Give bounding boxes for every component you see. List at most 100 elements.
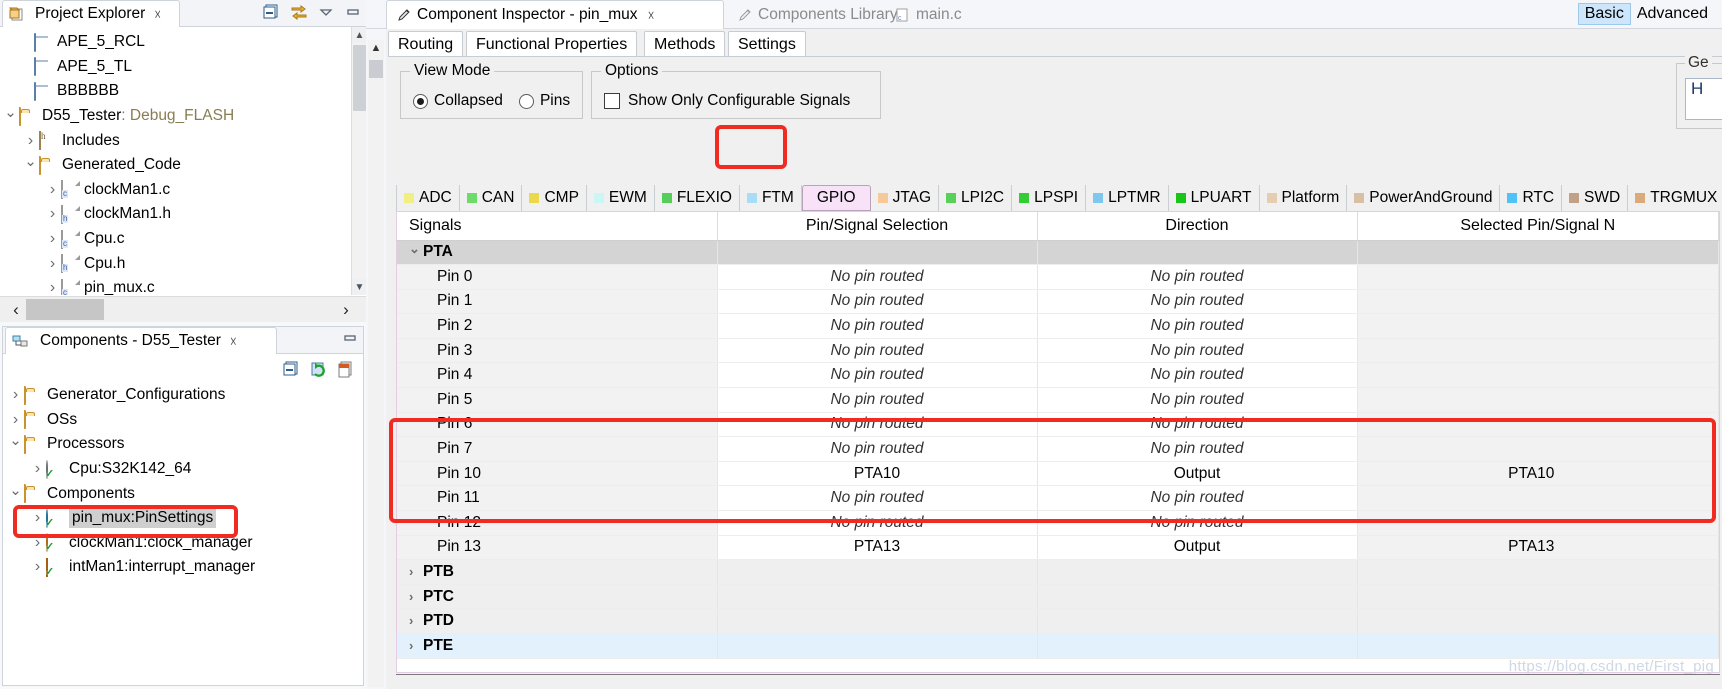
pin-selection-cell[interactable]: No pin routed [717,289,1038,315]
chevron-down-icon[interactable] [2,107,19,125]
peripheral-tab-powerandground[interactable]: PowerAndGround [1347,185,1501,211]
chevron-right-icon[interactable] [7,411,24,429]
peripheral-tab-lpspi[interactable]: LPSPI [1012,185,1087,211]
table-group-row-ptb[interactable]: PTB [397,559,1719,585]
project-explorer-vertical-scrollbar[interactable]: ▲ ▼ [351,27,367,295]
direction-cell[interactable]: Output [1037,461,1358,487]
pin-selection-cell[interactable]: No pin routed [717,362,1038,389]
table-row-pin10[interactable]: Pin 10 PTA10 Output PTA10 [397,461,1719,487]
direction-cell[interactable]: No pin routed [1037,485,1358,512]
tree-item-file[interactable]: h clockMan1.h [0,202,352,227]
table-group-row-ptc[interactable]: PTC [397,584,1719,610]
table-group-row-pta[interactable]: PTA [397,240,1719,266]
tree-item-project[interactable]: APE_5_RCL [0,30,352,55]
components-tree[interactable]: Generator_Configurations OSs Processors … [3,383,361,683]
pin-selection-cell[interactable]: No pin routed [717,313,1038,339]
editor-vertical-scrollbar[interactable]: ▲ [368,40,384,687]
direction-cell[interactable]: No pin routed [1037,436,1358,462]
general-field[interactable]: H [1685,78,1722,120]
minimize-icon[interactable] [344,3,362,21]
direction-cell[interactable]: No pin routed [1037,313,1358,339]
peripheral-tab-ewm[interactable]: EWM [586,185,655,211]
tab-component-inspector[interactable]: Component Inspector - pin_mux ☓ [386,0,724,29]
tree-item-project[interactable]: BBBBBB [0,79,352,104]
chevron-right-icon[interactable] [44,279,61,295]
table-row-pin11[interactable]: Pin 11 No pin routed No pin routed [397,485,1719,512]
pin-routing-table[interactable]: Signals Pin/Signal Selection Direction S… [396,211,1720,673]
peripheral-tab-can[interactable]: CAN [459,185,523,211]
pin-selection-cell[interactable]: PTA10 [717,461,1038,487]
scroll-up-icon[interactable]: ▲ [352,27,367,43]
chevron-right-icon[interactable] [7,386,24,404]
tree-item-folder[interactable]: Generated_Code [0,153,352,178]
pin-selection-cell[interactable]: No pin routed [717,338,1038,364]
tree-item-file[interactable]: c pin_mux.c [0,276,352,295]
scroll-down-icon[interactable]: ▼ [352,279,367,295]
peripheral-tab-flexio[interactable]: FLEXIO [654,185,740,211]
tree-item-project[interactable]: APE_5_TL [0,55,352,80]
scroll-up-icon[interactable]: ▲ [368,40,384,56]
peripheral-tab-platform[interactable]: Platform [1259,185,1348,211]
scroll-right-icon[interactable]: › [334,297,358,322]
tab-components-library[interactable]: Components Library [728,0,908,29]
mode-advanced-button[interactable]: Advanced [1631,4,1714,24]
chevron-right-icon[interactable] [29,460,46,478]
direction-cell[interactable]: No pin routed [1037,264,1358,290]
radio-collapsed[interactable]: Collapsed [413,92,503,110]
table-row[interactable]: Pin 3 No pin routed No pin routed [397,338,1719,364]
chevron-right-icon[interactable] [44,205,61,223]
scroll-left-icon[interactable]: ‹ [4,297,28,322]
peripheral-tab-adc[interactable]: ADC [396,185,460,211]
direction-cell[interactable]: No pin routed [1037,387,1358,413]
table-group-row-ptd[interactable]: PTD [397,608,1719,634]
peripheral-tab-ftm[interactable]: FTM [739,185,802,211]
chevron-right-icon[interactable] [44,181,61,199]
table-row[interactable]: Pin 1 No pin routed No pin routed [397,289,1719,315]
pin-selection-cell[interactable]: No pin routed [717,412,1038,438]
view-menu-icon[interactable] [317,3,335,21]
chevron-right-icon[interactable] [409,589,423,604]
minimize-icon[interactable] [341,329,359,347]
collapse-all-icon[interactable] [283,360,301,378]
chevron-right-icon[interactable] [29,509,46,527]
tree-item-generator-configurations[interactable]: Generator_Configurations [3,383,361,408]
column-header-selected-pin-signal-name[interactable]: Selected Pin/Signal N [1357,212,1719,241]
peripheral-tab-gpio[interactable]: GPIO [801,185,871,211]
chevron-down-icon[interactable] [22,156,39,174]
scrollbar-thumb[interactable] [369,60,383,78]
close-icon[interactable]: ☓ [648,9,655,22]
table-row[interactable]: Pin 7 No pin routed No pin routed [397,436,1719,462]
scrollbar-thumb[interactable] [353,45,366,111]
peripheral-tab-jtag[interactable]: JTAG [870,185,940,211]
tab-project-explorer[interactable]: Project Explorer ☓ [2,0,180,27]
tab-functional-properties[interactable]: Functional Properties [466,31,638,57]
chevron-right-icon[interactable] [22,132,39,150]
pin-selection-cell[interactable]: No pin routed [717,436,1038,462]
column-header-signals[interactable]: Signals [397,212,718,241]
project-explorer-tree[interactable]: APE_5_RCL APE_5_TL BBBBBB D55_Tester: De… [0,27,352,295]
tree-item-processors[interactable]: Processors [3,432,361,457]
close-icon[interactable]: ☓ [154,8,161,21]
tab-main-c[interactable]: c main.c [886,0,972,29]
chevron-right-icon[interactable] [409,564,423,579]
chevron-right-icon[interactable] [44,255,61,273]
chevron-right-icon[interactable] [409,613,423,628]
show-only-configurable-signals-checkbox[interactable]: Show Only Configurable Signals [604,92,850,110]
pin-selection-cell[interactable]: PTA13 [717,535,1038,561]
close-icon[interactable]: ☓ [230,335,237,348]
table-row[interactable]: Pin 4 No pin routed No pin routed [397,362,1719,389]
tree-item-interrupt-manager[interactable]: ✓ intMan1:interrupt_manager [3,555,361,580]
chevron-right-icon[interactable] [29,534,46,552]
tab-settings[interactable]: Settings [728,31,806,57]
collapse-all-icon[interactable] [263,3,281,21]
refresh-icon[interactable] [310,360,328,378]
peripheral-tab-trgmux[interactable]: TRGMUX [1628,185,1722,211]
scrollbar-thumb[interactable] [26,299,104,320]
tree-item-pin-mux[interactable]: ✓ pin_mux:PinSettings [3,506,361,531]
peripheral-tab-swd[interactable]: SWD [1562,185,1629,211]
pin-selection-cell[interactable]: No pin routed [717,510,1038,536]
direction-cell[interactable]: No pin routed [1037,338,1358,364]
tree-item-clock-manager[interactable]: ✓ clockMan1:clock_manager [3,531,361,556]
chevron-down-icon[interactable] [409,244,423,260]
project-explorer-horizontal-scrollbar[interactable]: ‹ › [0,296,366,322]
